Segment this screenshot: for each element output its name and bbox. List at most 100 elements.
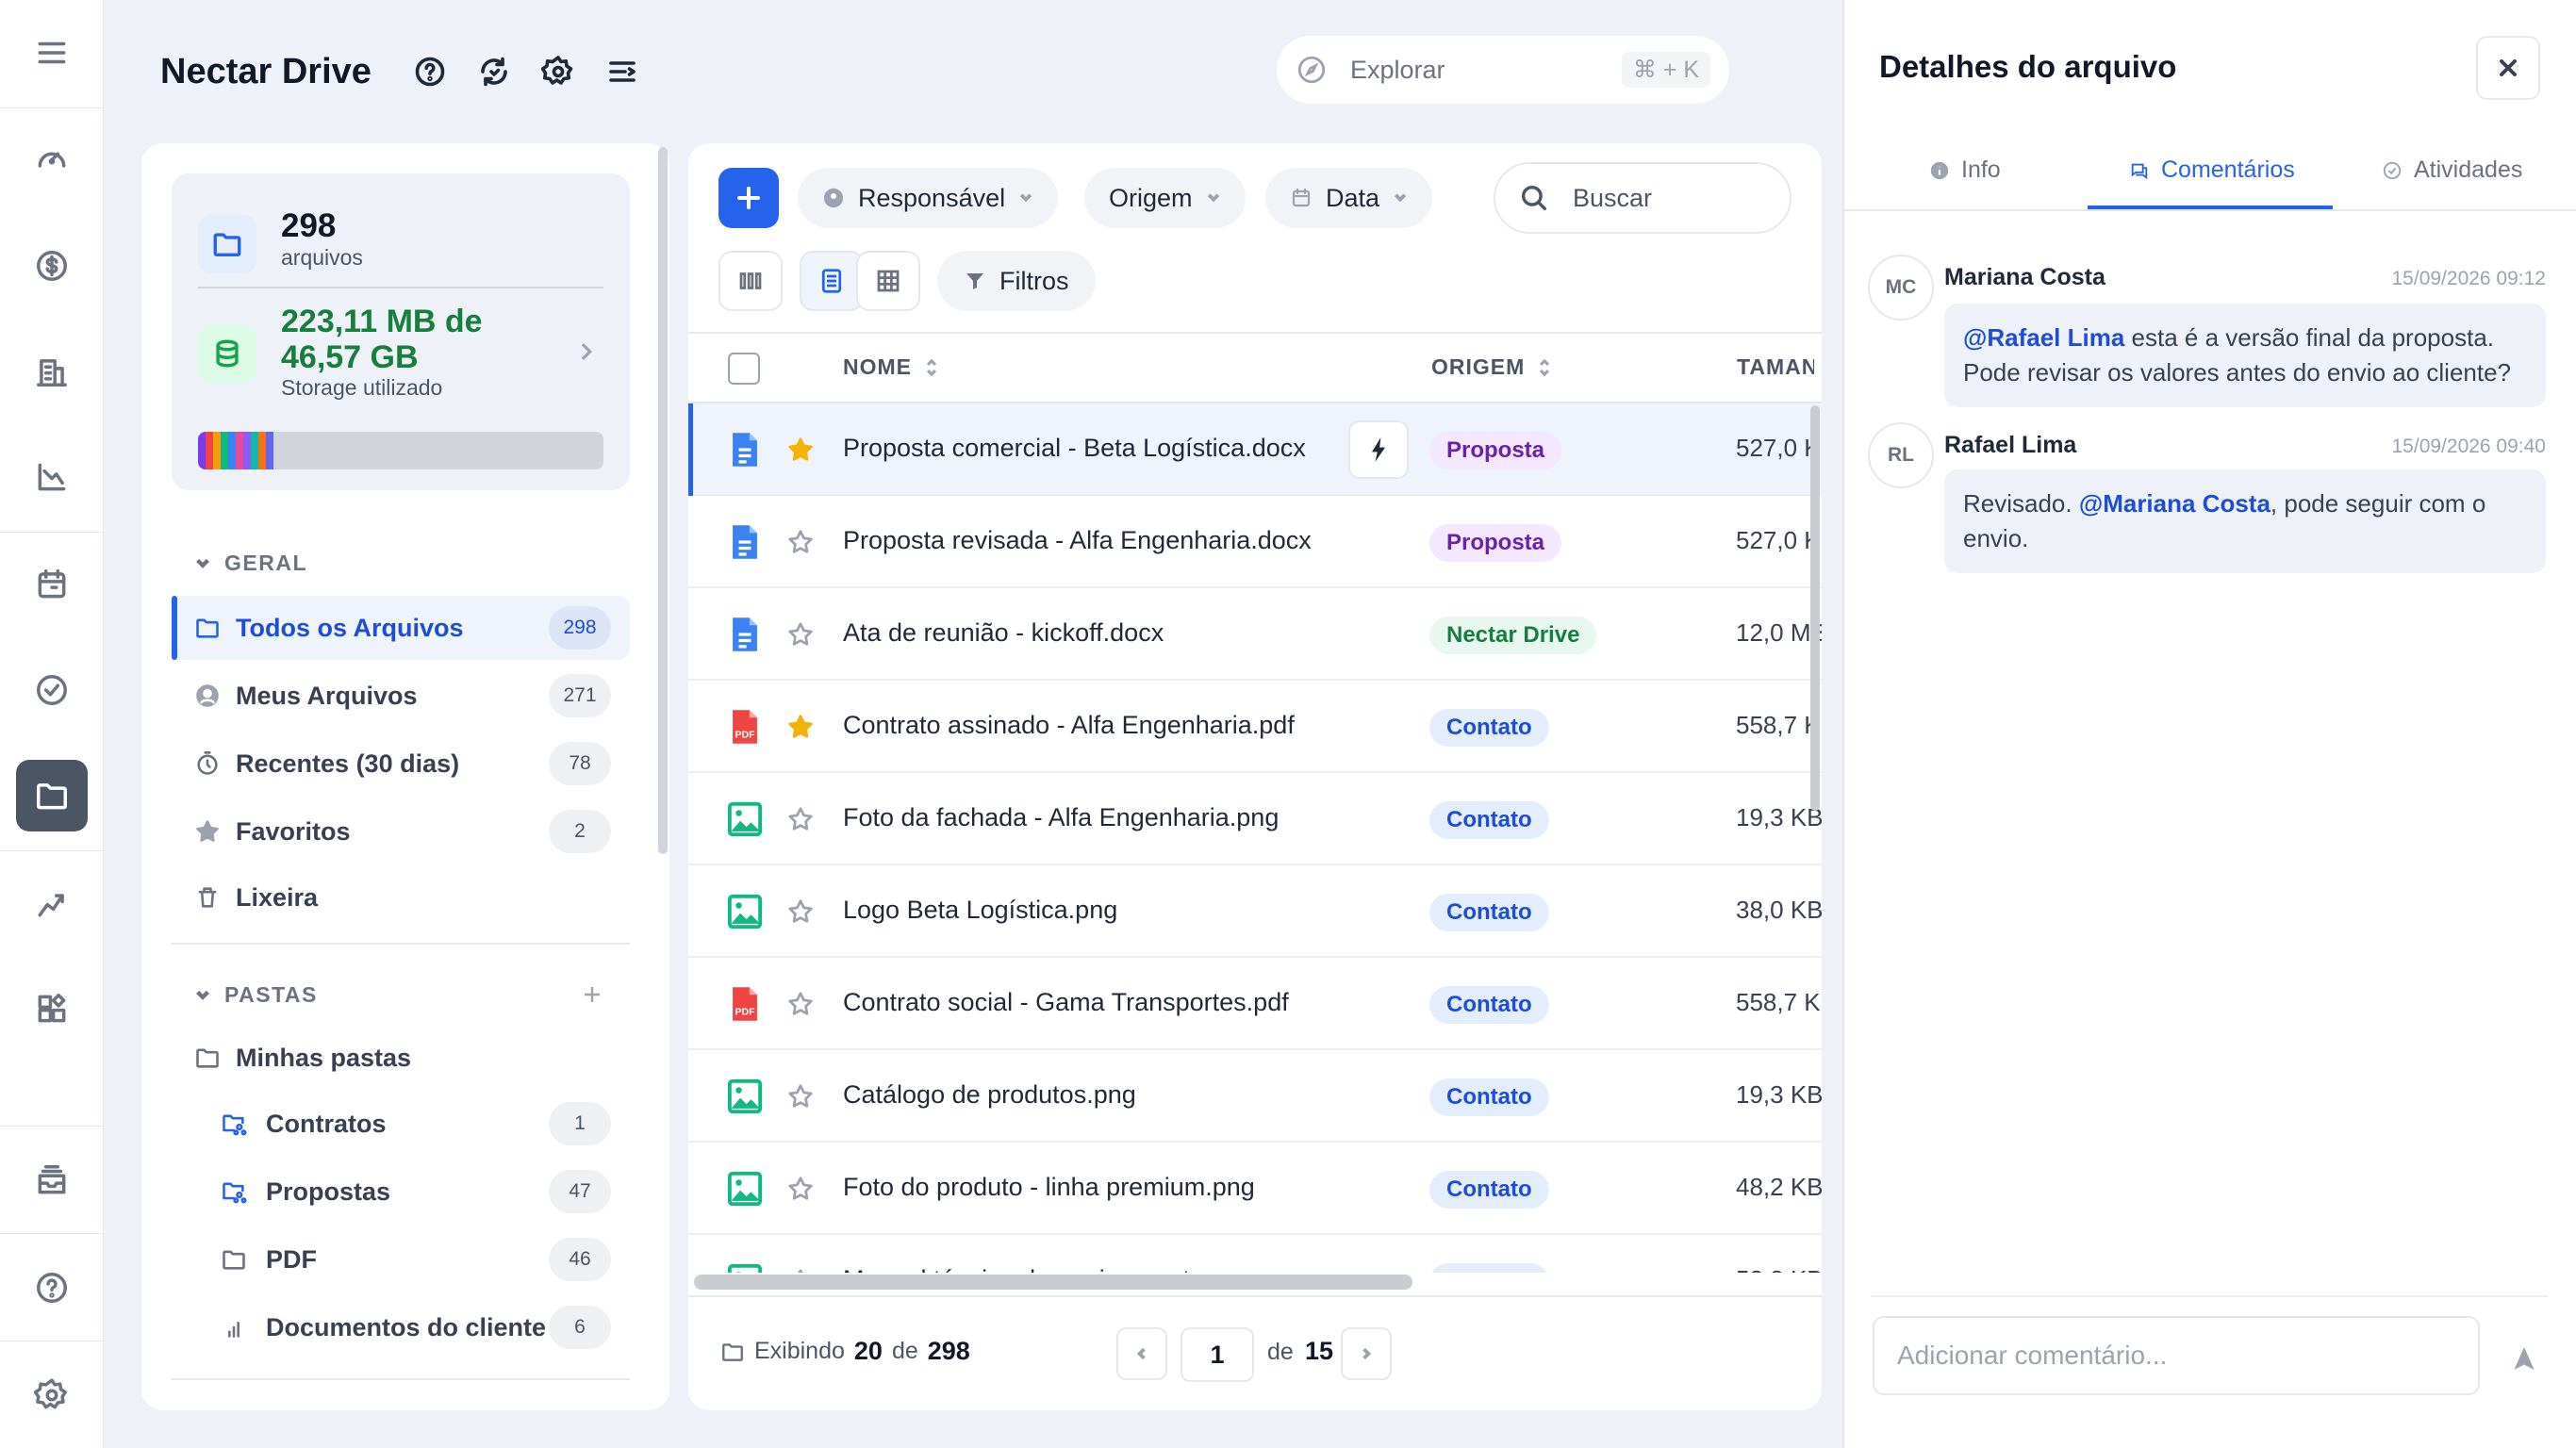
details-tabs: Info Comentários Atividades bbox=[1842, 140, 2576, 211]
prev-page-button[interactable] bbox=[1116, 1327, 1167, 1380]
star-filled-icon[interactable] bbox=[786, 713, 815, 741]
star-icon[interactable] bbox=[786, 897, 815, 926]
table-row[interactable]: Foto da fachada - Alfa Engenharia.png Con… bbox=[688, 773, 1822, 865]
page-input[interactable]: 1 bbox=[1181, 1327, 1254, 1382]
table-row[interactable]: Logo Beta Logística.png Contato 38,0 KB bbox=[688, 865, 1822, 958]
sidebar-item-favorites[interactable]: Favoritos 2 bbox=[172, 799, 630, 864]
column-size-header[interactable]: TAMANHO bbox=[1737, 354, 1814, 380]
folder-item-propostas[interactable]: Propostas 47 bbox=[172, 1160, 630, 1224]
file-name[interactable]: Contrato assinado - Alfa Engenharia.pdf bbox=[843, 711, 1295, 740]
inbox-stack-icon[interactable] bbox=[16, 1144, 88, 1216]
sync-icon[interactable] bbox=[475, 53, 513, 90]
storage-segment bbox=[213, 432, 221, 469]
table-row[interactable]: Proposta revisada - Alfa Engenharia.docx… bbox=[688, 496, 1822, 588]
file-name[interactable]: Proposta comercial - Beta Logística.docx bbox=[843, 434, 1306, 463]
check-circle-icon[interactable] bbox=[16, 654, 88, 726]
star-icon[interactable] bbox=[786, 1082, 815, 1111]
view-list-button[interactable] bbox=[800, 251, 864, 311]
dashboard-icon[interactable] bbox=[16, 123, 88, 194]
trend-icon[interactable] bbox=[16, 867, 88, 939]
activity-check-icon bbox=[2383, 161, 2402, 179]
star-icon[interactable] bbox=[786, 990, 815, 1018]
table-row[interactable]: Ata de reunião - kickoff.docx Nectar Driv… bbox=[688, 588, 1822, 681]
table-row[interactable]: Manual técnico do equipamento.png Contato… bbox=[688, 1235, 1822, 1273]
file-name[interactable]: Logo Beta Logística.png bbox=[843, 896, 1117, 925]
select-all-checkbox[interactable] bbox=[728, 353, 760, 385]
filters-button[interactable]: Filtros bbox=[937, 251, 1096, 311]
building-icon[interactable] bbox=[16, 336, 88, 407]
next-page-button[interactable] bbox=[1341, 1327, 1392, 1380]
folder-item-client-docs[interactable]: Documentos do cliente 6 bbox=[172, 1295, 630, 1359]
gear-icon[interactable] bbox=[539, 53, 577, 90]
file-name[interactable]: Contrato social - Gama Transportes.pdf bbox=[843, 988, 1289, 1017]
star-icon[interactable] bbox=[786, 805, 815, 833]
send-button[interactable] bbox=[2502, 1337, 2546, 1380]
comment-input[interactable]: Adicionar comentário... bbox=[1873, 1316, 2480, 1395]
explore-search[interactable]: Explorar ⌘ + K bbox=[1277, 36, 1729, 104]
dollar-icon[interactable] bbox=[16, 230, 88, 302]
star-icon[interactable] bbox=[786, 1175, 815, 1203]
table-vertical-scrollbar[interactable] bbox=[1810, 405, 1820, 811]
tab-comments[interactable]: Comentários bbox=[2129, 156, 2295, 184]
widgets-icon[interactable] bbox=[16, 973, 88, 1045]
star-filled-icon[interactable] bbox=[786, 436, 815, 464]
table-row[interactable]: Proposta comercial - Beta Logística.docx… bbox=[688, 403, 1822, 496]
chevron-down-icon bbox=[1393, 190, 1408, 206]
list-icon bbox=[821, 269, 842, 293]
storage-segment bbox=[243, 432, 251, 469]
tab-activities[interactable]: Atividades bbox=[2382, 156, 2522, 184]
file-name[interactable]: Foto do produto - linha premium.png bbox=[843, 1173, 1255, 1202]
showing-total: 298 bbox=[927, 1337, 970, 1365]
folder-item-pdf[interactable]: PDF 46 bbox=[172, 1227, 630, 1292]
add-button[interactable] bbox=[718, 168, 779, 228]
chart-icon[interactable] bbox=[16, 441, 88, 513]
table-row[interactable]: Catálogo de produtos.png Contato 19,3 KB bbox=[688, 1050, 1822, 1143]
search-input[interactable]: Buscar bbox=[1494, 162, 1792, 234]
calendar-icon[interactable] bbox=[16, 549, 88, 620]
file-name[interactable]: Catálogo de produtos.png bbox=[843, 1080, 1136, 1110]
add-folder-icon[interactable] bbox=[583, 985, 602, 1004]
table-row[interactable]: PDF Contrato assinado - Alfa Engenharia.p… bbox=[688, 681, 1822, 773]
file-size: 48,2 KB bbox=[1736, 1173, 1822, 1201]
sidebar-item-my-files[interactable]: Meus Arquivos 271 bbox=[172, 664, 630, 728]
folder-icon[interactable] bbox=[16, 760, 88, 831]
file-name[interactable]: Foto da fachada - Alfa Engenharia.png bbox=[843, 803, 1279, 832]
list-settings-icon[interactable] bbox=[603, 53, 641, 90]
star-icon[interactable] bbox=[786, 620, 815, 649]
mention[interactable]: @Rafael Lima bbox=[1963, 323, 2124, 352]
sidebar-item-trash[interactable]: Lixeira bbox=[172, 865, 630, 930]
folder-icon bbox=[192, 613, 223, 643]
filter-responsavel[interactable]: Responsável bbox=[798, 168, 1059, 228]
section-folders[interactable]: PASTAS bbox=[194, 982, 318, 1008]
filter-origem[interactable]: Origem bbox=[1084, 168, 1246, 228]
table-horizontal-scrollbar[interactable] bbox=[694, 1275, 1412, 1290]
tab-info[interactable]: Info bbox=[1929, 156, 2001, 184]
settings-icon[interactable] bbox=[16, 1359, 88, 1431]
menu-icon[interactable] bbox=[16, 17, 88, 89]
help-circle-icon[interactable] bbox=[411, 53, 449, 90]
storage-card[interactable]: 298 arquivos 223,11 MB de 46,57 GB Stora… bbox=[172, 173, 630, 490]
view-grid-button[interactable] bbox=[856, 251, 920, 311]
help-icon[interactable] bbox=[16, 1252, 88, 1324]
close-button[interactable] bbox=[2476, 36, 2540, 100]
section-general[interactable]: GERAL bbox=[194, 551, 307, 576]
filter-data[interactable]: Data bbox=[1265, 168, 1433, 228]
origin-badge: Nectar Drive bbox=[1429, 617, 1597, 654]
star-icon[interactable] bbox=[786, 1267, 815, 1273]
column-name-header[interactable]: NOME bbox=[843, 354, 938, 380]
table-row[interactable]: PDF Contrato social - Gama Transportes.pd… bbox=[688, 958, 1822, 1050]
sidebar-scrollbar[interactable] bbox=[658, 147, 668, 854]
file-name[interactable]: Proposta revisada - Alfa Engenharia.docx bbox=[843, 526, 1312, 555]
file-name[interactable]: Manual técnico do equipamento.png bbox=[843, 1265, 1253, 1273]
quick-action-button[interactable] bbox=[1348, 420, 1409, 479]
folder-root-my-folders[interactable]: Minhas pastas bbox=[172, 1026, 630, 1090]
sidebar-item-all-files[interactable]: Todos os Arquivos 298 bbox=[172, 596, 630, 660]
column-origin-header[interactable]: ORIGEM bbox=[1431, 354, 1551, 380]
file-name[interactable]: Ata de reunião - kickoff.docx bbox=[843, 618, 1164, 648]
mention[interactable]: @Mariana Costa bbox=[2079, 489, 2271, 518]
sidebar-item-recent[interactable]: Recentes (30 dias) 78 bbox=[172, 732, 630, 796]
view-columns-button[interactable] bbox=[718, 251, 783, 311]
table-row[interactable]: Foto do produto - linha premium.png Conta… bbox=[688, 1143, 1822, 1235]
star-icon[interactable] bbox=[786, 528, 815, 556]
folder-item-contratos[interactable]: Contratos 1 bbox=[172, 1092, 630, 1156]
